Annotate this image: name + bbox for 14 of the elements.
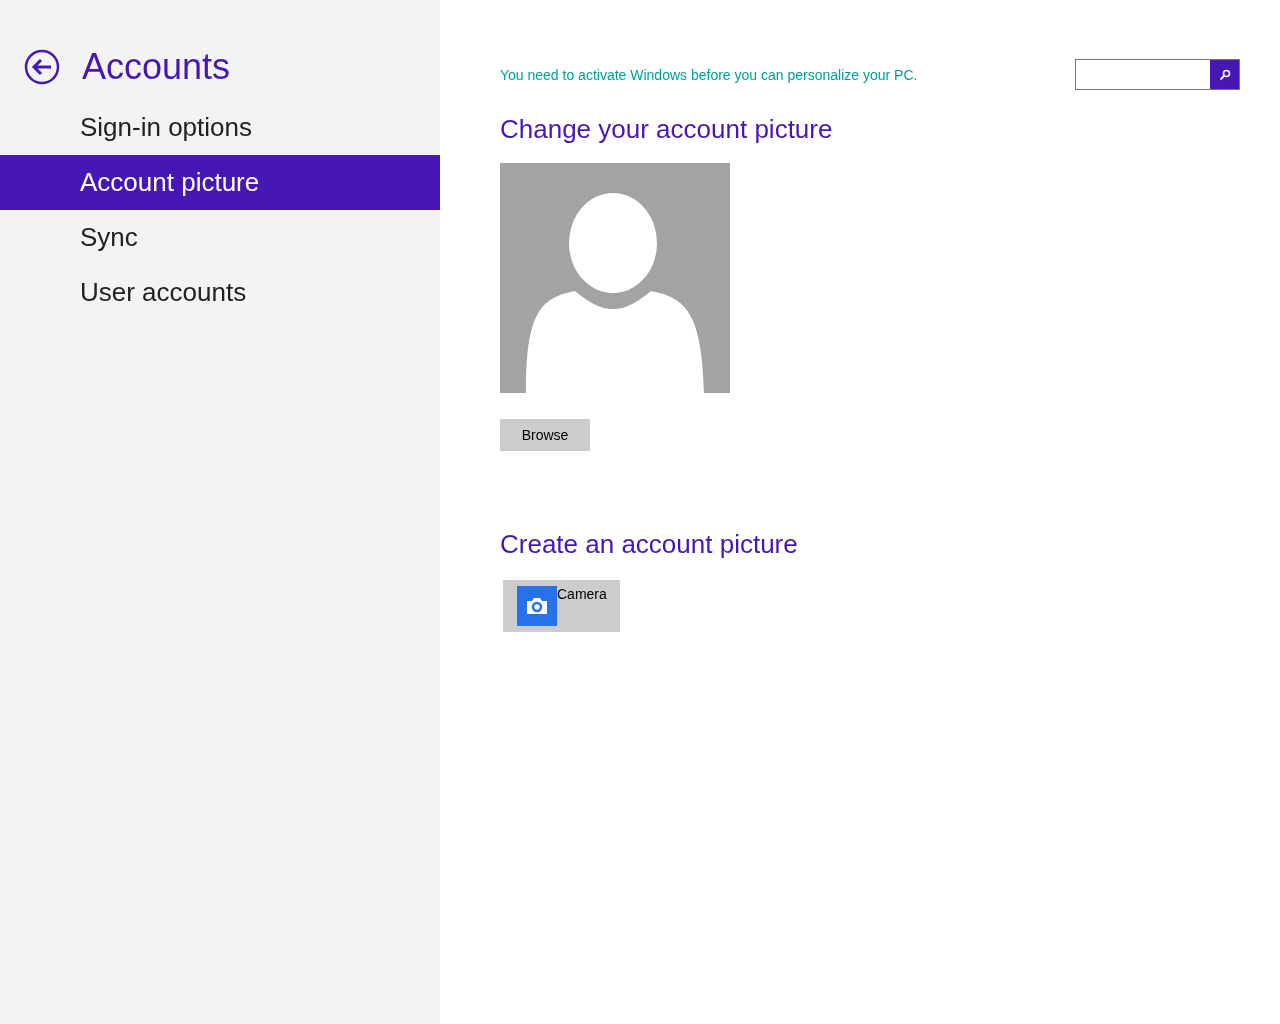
nav-item[interactable]: User accounts bbox=[0, 265, 440, 320]
camera-app-tile[interactable]: Camera bbox=[503, 580, 620, 632]
nav-item[interactable]: Sync bbox=[0, 210, 440, 265]
section-heading: Change your account picture bbox=[500, 114, 834, 145]
nav-item[interactable]: Account picture bbox=[0, 155, 440, 210]
search-field[interactable] bbox=[1075, 59, 1240, 90]
camera-icon bbox=[517, 586, 557, 626]
page-title: Accounts bbox=[82, 46, 231, 88]
nav-item[interactable]: Sign-in options bbox=[0, 100, 440, 155]
section-heading: Create an account picture bbox=[500, 529, 799, 560]
search-icon bbox=[1218, 68, 1231, 81]
search-button[interactable] bbox=[1210, 60, 1239, 89]
browse-button[interactable]: Browse bbox=[500, 419, 590, 451]
activation-notice: You need to activate Windows before you can personalize your PC. bbox=[500, 66, 918, 83]
